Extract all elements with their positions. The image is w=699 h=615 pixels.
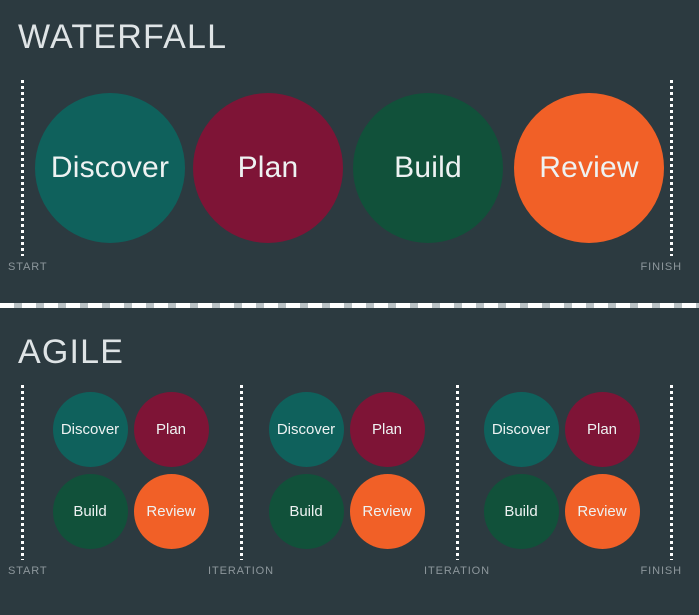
timeline-marker-label: ITERATION <box>208 565 274 577</box>
timeline-marker-label: FINISH <box>640 565 682 577</box>
phase-label: Build <box>504 502 538 520</box>
phase-label: Plan <box>371 420 403 438</box>
phase-circle-review[interactable]: Review <box>514 93 664 243</box>
phase-label: Discover <box>60 420 120 438</box>
timeline-marker-label: START <box>8 261 48 273</box>
phase-circle-discover[interactable]: Discover <box>35 93 185 243</box>
phase-label: Discover <box>276 420 336 438</box>
phase-label: Build <box>394 151 462 184</box>
timeline-marker-line <box>670 385 673 560</box>
phase-circle-review[interactable]: Review <box>349 473 425 549</box>
phase-circle-discover[interactable]: Discover <box>52 391 128 467</box>
phase-circle-plan[interactable]: Plan <box>564 391 640 467</box>
phase-label: Review <box>362 502 412 520</box>
phase-label: Review <box>539 151 639 184</box>
phase-circle-review[interactable]: Review <box>564 473 640 549</box>
timeline-marker-label: ITERATION <box>424 565 490 577</box>
phase-circle-build[interactable]: Build <box>52 473 128 549</box>
phase-circle-build[interactable]: Build <box>483 473 559 549</box>
infographic-canvas: WATERFALL Discover Plan Build Review START F… <box>0 0 699 615</box>
phase-circle-plan[interactable]: Plan <box>349 391 425 467</box>
timeline-marker-line <box>670 80 673 256</box>
phase-label: Build <box>289 502 323 520</box>
timeline-marker-label: FINISH <box>640 261 682 273</box>
phase-label: Plan <box>155 420 187 438</box>
phase-label: Review <box>146 502 196 520</box>
section-divider <box>0 300 699 311</box>
phase-circle-plan[interactable]: Plan <box>193 93 343 243</box>
waterfall-title: WATERFALL <box>18 18 228 56</box>
phase-label: Review <box>577 502 627 520</box>
phase-label: Discover <box>491 420 551 438</box>
phase-circle-discover[interactable]: Discover <box>268 391 344 467</box>
timeline-marker-line <box>456 385 459 560</box>
phase-circle-build[interactable]: Build <box>268 473 344 549</box>
timeline-marker-label: START <box>8 565 48 577</box>
timeline-marker-line <box>240 385 243 560</box>
phase-label: Build <box>73 502 107 520</box>
phase-label: Discover <box>50 151 170 184</box>
phase-circle-discover[interactable]: Discover <box>483 391 559 467</box>
timeline-marker-line <box>21 80 24 256</box>
phase-label: Plan <box>237 151 299 184</box>
phase-circle-review[interactable]: Review <box>133 473 209 549</box>
agile-title: AGILE <box>18 333 125 371</box>
phase-circle-plan[interactable]: Plan <box>133 391 209 467</box>
phase-label: Plan <box>586 420 618 438</box>
timeline-marker-line <box>21 385 24 560</box>
phase-circle-build[interactable]: Build <box>353 93 503 243</box>
